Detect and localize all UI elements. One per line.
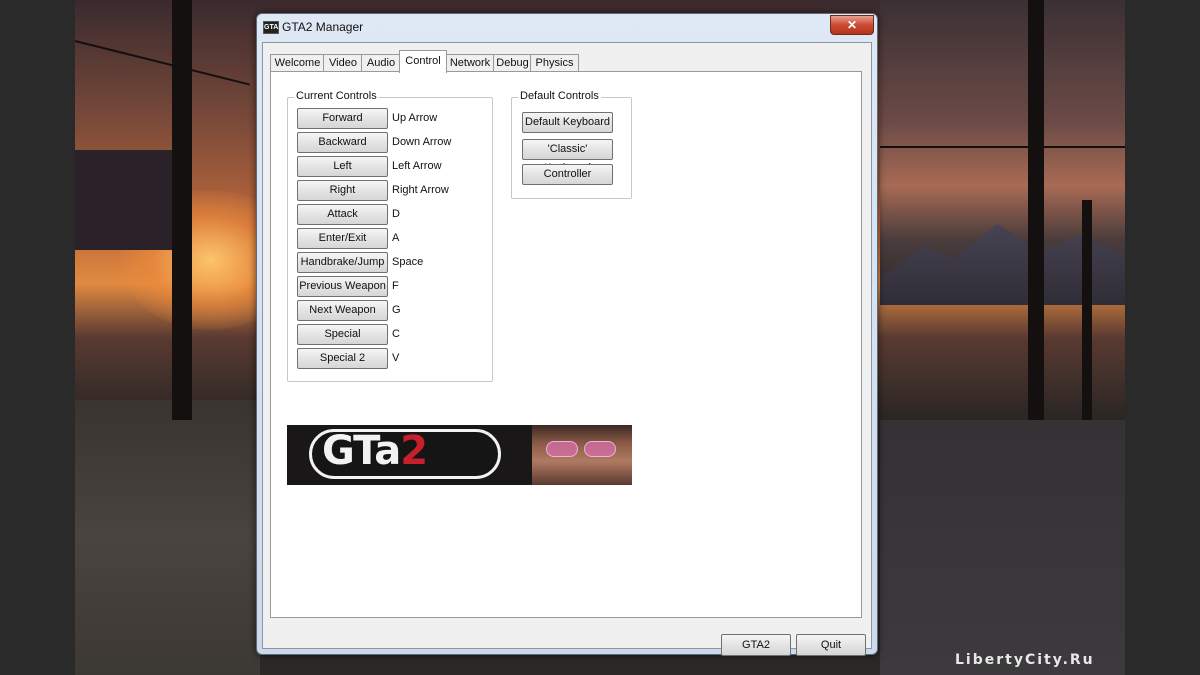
backward-button[interactable]: Backward bbox=[297, 132, 388, 153]
previous-weapon-key: F bbox=[392, 280, 399, 292]
road bbox=[880, 420, 1125, 675]
default-keyboard-button[interactable]: Default Keyboard bbox=[522, 112, 613, 133]
forward-key: Up Arrow bbox=[392, 112, 438, 124]
handbrake-jump-button[interactable]: Handbrake/Jump bbox=[297, 252, 388, 273]
forward-button[interactable]: Forward bbox=[297, 108, 388, 129]
gta2-logo-text: GTa bbox=[322, 428, 401, 474]
enter-exit-key: A bbox=[392, 232, 400, 244]
classic-keyboard-button[interactable]: 'Classic' Keyboard bbox=[522, 139, 613, 174]
enter-exit-button[interactable]: Enter/Exit bbox=[297, 228, 388, 249]
right-button[interactable]: Right bbox=[297, 180, 388, 201]
gta2-launch-button[interactable]: GTA2 bbox=[721, 634, 791, 656]
default-controls-group: Default Controls Default Keyboard 'Class… bbox=[511, 90, 632, 199]
billboard bbox=[75, 150, 175, 250]
gta2-manager-window: GTA GTA2 Manager ✕ Welcome Video Audio C… bbox=[256, 13, 878, 656]
right-letterbox bbox=[1125, 0, 1200, 675]
tab-audio[interactable]: Audio bbox=[361, 54, 401, 72]
left-button[interactable]: Left bbox=[297, 156, 388, 177]
roadside-ground bbox=[75, 400, 260, 675]
tab-network[interactable]: Network bbox=[445, 54, 495, 72]
right-key: Right Arrow bbox=[392, 184, 449, 196]
current-controls-group: Current Controls Forward Up Arrow Backwa… bbox=[287, 90, 493, 382]
close-button[interactable]: ✕ bbox=[830, 15, 874, 35]
utility-pole bbox=[1082, 200, 1092, 420]
special-2-button[interactable]: Special 2 bbox=[297, 348, 388, 369]
utility-pole bbox=[1028, 0, 1044, 420]
controller-button[interactable]: Controller bbox=[522, 164, 613, 185]
close-icon: ✕ bbox=[846, 18, 858, 32]
gta2-banner: GTa2 bbox=[287, 425, 632, 485]
special-2-key: V bbox=[392, 352, 400, 364]
current-controls-title: Current Controls bbox=[294, 90, 379, 102]
tab-physics[interactable]: Physics bbox=[530, 54, 579, 72]
utility-pole bbox=[172, 0, 192, 420]
tab-welcome[interactable]: Welcome bbox=[270, 54, 325, 72]
left-letterbox bbox=[0, 0, 75, 675]
tab-video[interactable]: Video bbox=[323, 54, 363, 72]
power-line bbox=[880, 146, 1125, 148]
site-watermark: LibertyCity.Ru bbox=[955, 652, 1095, 668]
backward-key: Down Arrow bbox=[392, 136, 452, 148]
default-controls-title: Default Controls bbox=[518, 90, 601, 102]
window-title: GTA2 Manager bbox=[282, 20, 364, 34]
special-key: C bbox=[392, 328, 400, 340]
title-bar[interactable]: GTA GTA2 Manager ✕ bbox=[257, 14, 877, 40]
attack-key: D bbox=[392, 208, 400, 220]
character-portrait bbox=[532, 425, 632, 485]
handbrake-jump-key: Space bbox=[392, 256, 424, 268]
control-tab-panel: Current Controls Forward Up Arrow Backwa… bbox=[270, 71, 862, 618]
dialog-client-area: Welcome Video Audio Control Network Debu… bbox=[262, 42, 872, 656]
tab-control[interactable]: Control bbox=[399, 50, 447, 73]
sunglasses bbox=[546, 441, 616, 457]
previous-weapon-button[interactable]: Previous Weapon bbox=[297, 276, 388, 297]
gta2-logo: GTa2 bbox=[309, 428, 501, 479]
next-weapon-button[interactable]: Next Weapon bbox=[297, 300, 388, 321]
special-button[interactable]: Special bbox=[297, 324, 388, 345]
app-icon: GTA bbox=[263, 21, 279, 34]
quit-button[interactable]: Quit bbox=[796, 634, 866, 656]
left-key: Left Arrow bbox=[392, 160, 442, 172]
tab-debug[interactable]: Debug bbox=[493, 54, 532, 72]
gta2-logo-number: 2 bbox=[400, 428, 428, 474]
next-weapon-key: G bbox=[392, 304, 401, 316]
attack-button[interactable]: Attack bbox=[297, 204, 388, 225]
